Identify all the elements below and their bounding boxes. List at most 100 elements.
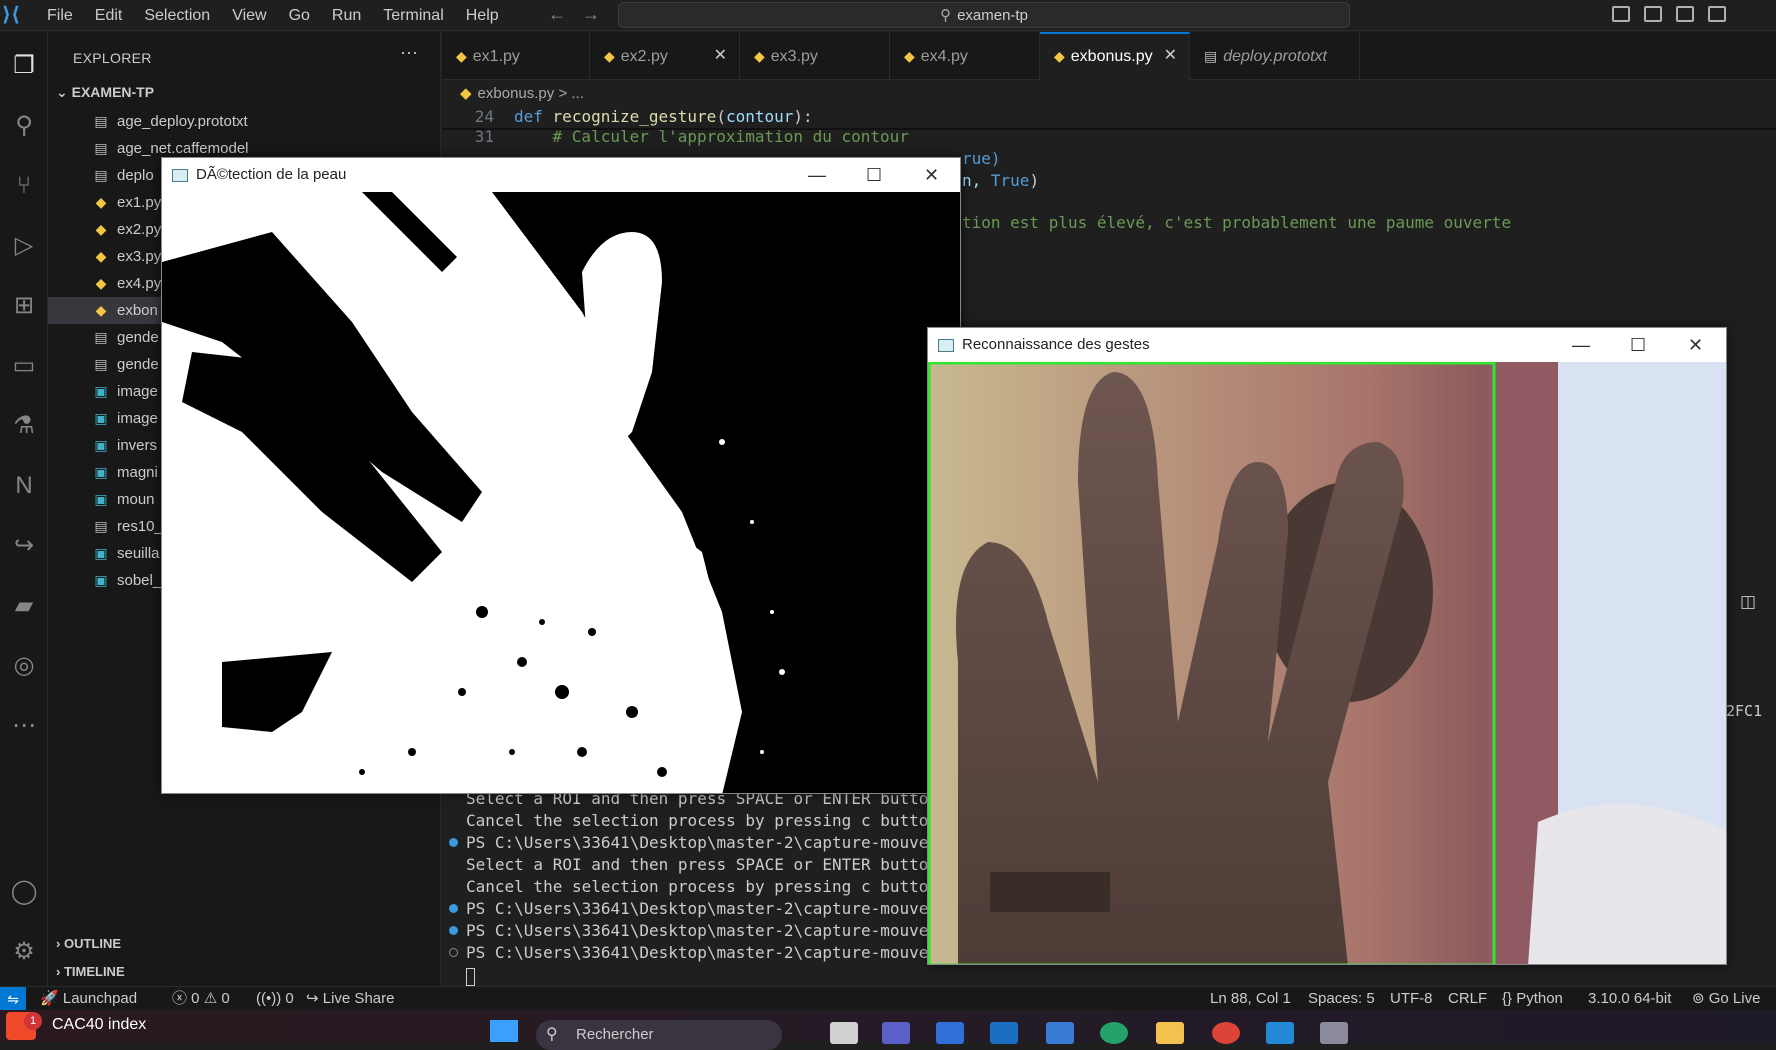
file-manager-icon[interactable] (830, 1022, 858, 1044)
edge-icon[interactable] (1100, 1022, 1128, 1044)
explorer-icon[interactable]: ❐ (0, 48, 48, 84)
menu-view[interactable]: View (221, 0, 277, 31)
menu-terminal[interactable]: Terminal (372, 0, 454, 31)
live-share-icon[interactable]: ↪ (0, 528, 48, 564)
windows-start-icon[interactable] (490, 1020, 518, 1042)
accounts-icon[interactable]: ◯ (0, 874, 48, 910)
menu-selection[interactable]: Selection (133, 0, 221, 31)
python-interpreter[interactable]: 3.10.0 64-bit (1588, 987, 1671, 1011)
python-file-icon: ◆ (1054, 48, 1065, 64)
settings-gear-icon[interactable]: ⚙ (0, 934, 48, 970)
tab-ex2[interactable]: ◆ ex2.py ✕ (590, 32, 740, 80)
more-icon[interactable]: ⋯ (0, 708, 48, 744)
outline-section[interactable]: › OUTLINE (56, 936, 121, 951)
tab-label: exbonus.py (1070, 48, 1153, 65)
menu-help[interactable]: Help (455, 0, 510, 31)
customize-layout-icon[interactable] (1708, 6, 1726, 22)
breadcrumb-file[interactable]: exbonus.py (478, 85, 555, 102)
tab-ex1[interactable]: ◆ ex1.py (442, 32, 590, 80)
chevron-right-icon: › (56, 936, 64, 951)
tab-ex3[interactable]: ◆ ex3.py (740, 32, 890, 80)
command-success-dot[interactable] (449, 926, 458, 935)
tab-label: ex4.py (920, 48, 968, 65)
store-icon[interactable] (936, 1022, 964, 1044)
timeline-label: TIMELINE (63, 964, 125, 979)
go-live-item[interactable]: ⊚ Go Live (1692, 987, 1760, 1011)
folder-icon[interactable] (1156, 1022, 1184, 1044)
command-success-dot[interactable] (449, 838, 458, 847)
chrome-icon[interactable] (1212, 1022, 1240, 1044)
maximize-icon[interactable]: ☐ (1630, 328, 1646, 362)
maximize-icon[interactable]: ☐ (866, 158, 882, 192)
minimize-icon[interactable]: — (808, 158, 826, 192)
timeline-section[interactable]: › TIMELINE (56, 964, 125, 979)
back-arrow-icon[interactable]: ← (548, 4, 566, 24)
more-actions-icon[interactable]: ··· (400, 42, 418, 63)
toggle-panel-icon[interactable] (1644, 6, 1662, 22)
close-icon[interactable]: ✕ (924, 158, 939, 192)
terminal-line: PS C:\Users\33641\Desktop\master-2\captu… (466, 899, 958, 918)
language-mode[interactable]: {} Python (1502, 987, 1563, 1011)
testing-icon[interactable]: ⚗ (0, 408, 48, 444)
search-text: examen-tp (957, 6, 1028, 24)
menu-edit[interactable]: Edit (84, 0, 134, 31)
menu-go[interactable]: Go (278, 0, 321, 31)
launchpad-item[interactable]: 🚀 Launchpad (40, 987, 137, 1011)
search-icon[interactable]: ⚲ (0, 108, 48, 144)
terminal-line: PS C:\Users\33641\Desktop\master-2\captu… (466, 943, 958, 962)
toggle-sidebar-icon[interactable] (1612, 6, 1630, 22)
end-of-line[interactable]: CRLF (1448, 987, 1487, 1011)
tab-exbonus[interactable]: ◆ exbonus.py ✕ (1040, 32, 1190, 80)
window-title-bar[interactable]: DÃ©tection de la peau (162, 158, 960, 192)
menu-file[interactable]: File (36, 0, 84, 31)
taskbar-search[interactable]: Rechercher (536, 1020, 782, 1050)
folder-root[interactable]: ⌄ EXAMEN-TP (56, 84, 154, 101)
forward-arrow-icon[interactable]: → (582, 4, 600, 24)
close-icon[interactable]: ✕ (1688, 328, 1703, 362)
python-app-icon[interactable] (1320, 1022, 1348, 1044)
split-terminal-icon[interactable]: ◫ (1740, 592, 1756, 612)
file-item[interactable]: ▤ age_deploy.prototxt (48, 108, 441, 135)
vscode-logo-icon: ⟩⟨ (1, 4, 21, 26)
live-share-item[interactable]: ↪ Live Share (306, 987, 394, 1011)
code-fragment: tion est plus élevé, c'est probablement … (962, 212, 1511, 234)
encoding[interactable]: UTF-8 (1390, 987, 1433, 1011)
toggle-secondary-sidebar-icon[interactable] (1676, 6, 1694, 22)
menu-run[interactable]: Run (321, 0, 372, 31)
window-title-bar[interactable]: Reconnaissance des gestes (928, 328, 1726, 362)
command-center-search[interactable]: ⚲ examen-tp (618, 2, 1350, 28)
skin-detection-window[interactable]: DÃ©tection de la peau — ☐ ✕ (161, 157, 961, 794)
ports-item[interactable]: ((•)) 0 (256, 987, 294, 1011)
teams-icon[interactable] (882, 1022, 910, 1044)
terminal-line: Cancel the selection process by pressing… (466, 877, 948, 896)
run-debug-icon[interactable]: ▷ (0, 228, 48, 264)
breadcrumb-symbol[interactable]: > ... (558, 85, 583, 102)
minimize-icon[interactable]: — (1572, 328, 1590, 362)
indentation[interactable]: Spaces: 5 (1308, 987, 1375, 1011)
problems-item[interactable]: ⓧ 0 ⚠ 0 (172, 987, 230, 1011)
command-running-dot[interactable] (449, 948, 458, 957)
cursor-position[interactable]: Ln 88, Col 1 (1210, 987, 1291, 1011)
file-name: deplo (117, 167, 154, 184)
extensions-icon[interactable]: ⊞ (0, 288, 48, 324)
timeline-icon[interactable]: ◎ (0, 648, 48, 684)
source-control-icon[interactable]: ⑂ (0, 168, 48, 204)
mail-icon[interactable] (990, 1022, 1018, 1044)
close-icon[interactable]: ✕ (1164, 34, 1177, 78)
taskbar-app-label[interactable]: CAC40 index (52, 1016, 146, 1034)
folder-name: EXAMEN-TP (71, 84, 155, 100)
toolbox-icon[interactable] (1046, 1022, 1074, 1044)
webcam-frame-graphic (928, 362, 1726, 964)
gesture-recognition-window[interactable]: Reconnaissance des gestes — ☐ ✕ (927, 327, 1727, 965)
tab-ex4[interactable]: ◆ ex4.py (890, 32, 1040, 80)
close-icon[interactable]: ✕ (714, 32, 727, 80)
file-name: magni (117, 464, 158, 481)
vscode-taskbar-icon[interactable] (1266, 1022, 1294, 1044)
editor-tab-bar: ◆ ex1.py ◆ ex2.py ✕ ◆ ex3.py ◆ ex4.py ◆ exbonu… (442, 32, 1776, 80)
docker-icon[interactable]: ▰ (0, 588, 48, 624)
remote-explorer-icon[interactable]: ▭ (0, 348, 48, 384)
remote-indicator-icon[interactable]: ⇋ (0, 987, 26, 1011)
tab-deploy-prototxt[interactable]: ▤ deploy.prototxt (1190, 32, 1360, 80)
jupyter-icon[interactable]: N (0, 468, 48, 504)
command-success-dot[interactable] (449, 904, 458, 913)
